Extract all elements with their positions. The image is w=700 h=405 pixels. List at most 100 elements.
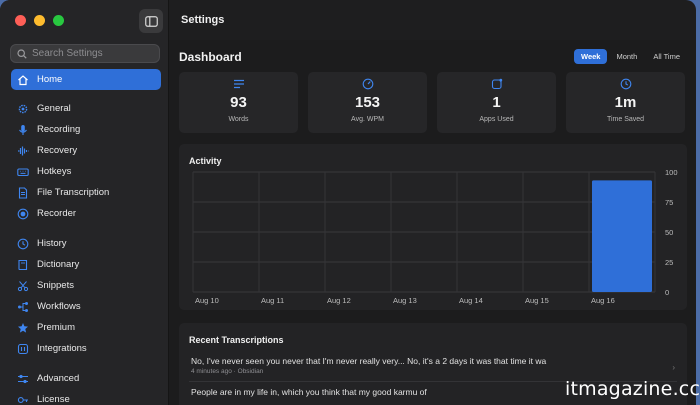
sidebar-toggle-icon — [144, 15, 158, 27]
sidebar-item-snippets[interactable]: Snippets — [11, 275, 161, 296]
window-controls — [15, 15, 64, 26]
y-tick-label: 75 — [665, 198, 673, 207]
plug-icon — [17, 343, 29, 355]
stat-label: Avg. WPM — [351, 116, 384, 123]
window-title: Settings — [181, 14, 225, 26]
sidebar-toggle-button[interactable] — [139, 9, 163, 33]
clock-check-icon — [620, 78, 631, 90]
range-week-button[interactable]: Week — [574, 49, 608, 64]
settings-window: Home General Recording Recovery Hotkeys — [0, 0, 696, 405]
transcription-text[interactable]: People are in my life in, which you thin… — [191, 387, 427, 397]
main-content: Dashboard Week Month All Time 93 Words 1… — [169, 40, 696, 405]
sidebar-item-label: Snippets — [37, 280, 74, 291]
y-tick-label: 100 — [665, 168, 678, 177]
recent-title: Recent Transcriptions — [189, 335, 284, 345]
book-icon — [17, 259, 29, 271]
sidebar-item-premium[interactable]: Premium — [11, 317, 161, 338]
sidebar-item-label: File Transcription — [37, 187, 110, 198]
sidebar-item-label: Advanced — [37, 373, 80, 384]
gear-icon — [17, 103, 29, 115]
sidebar-item-license[interactable]: License — [11, 389, 161, 405]
stat-value: 153 — [354, 94, 381, 111]
stat-card-time-saved: 1m Time Saved — [566, 72, 685, 133]
stat-card-wpm: 153 Avg. WPM — [308, 72, 427, 133]
house-icon — [17, 74, 29, 86]
sidebar-item-label: Dictionary — [37, 259, 80, 270]
stat-label: Words — [228, 116, 249, 123]
activity-panel: Activity 0 25 50 75 100 Aug 10 Aug 11 Aug 12 Aug… — [179, 144, 687, 310]
key-icon — [17, 394, 29, 405]
keyboard-icon — [17, 166, 29, 178]
workflow-icon — [17, 301, 29, 313]
stat-value: 93 — [230, 94, 247, 111]
sidebar-item-label: Recovery — [37, 145, 78, 156]
microphone-icon — [17, 124, 29, 136]
sidebar-item-dictionary[interactable]: Dictionary — [11, 254, 161, 275]
transcription-text[interactable]: No, I've never seen you never that I'm n… — [191, 356, 546, 366]
chevron-right-icon[interactable]: › — [672, 363, 675, 372]
watermark: itmagazine.cc — [565, 378, 700, 400]
x-tick-label: Aug 16 — [591, 296, 615, 305]
y-tick-label: 25 — [665, 258, 673, 267]
stat-card-words: 93 Words — [179, 72, 298, 133]
sidebar-item-hotkeys[interactable]: Hotkeys — [11, 161, 161, 182]
minimize-window-button[interactable] — [34, 15, 45, 26]
sidebar-item-general[interactable]: General — [11, 98, 161, 119]
range-month-button[interactable]: Month — [609, 49, 644, 64]
y-tick-label: 50 — [665, 228, 673, 237]
sidebar-item-label: General — [37, 103, 71, 114]
sidebar-item-recording[interactable]: Recording — [11, 119, 161, 140]
sidebar-item-label: Premium — [37, 322, 76, 333]
stat-label: Time Saved — [606, 116, 645, 123]
sidebar-item-file-transcription[interactable]: File Transcription — [11, 182, 161, 203]
sidebar-item-label: History — [37, 238, 67, 249]
stat-value: 1 — [492, 94, 501, 111]
sidebar-item-integrations[interactable]: Integrations — [11, 338, 161, 359]
search-field[interactable] — [10, 44, 160, 63]
x-tick-label: Aug 10 — [195, 296, 219, 305]
range-all-time-button[interactable]: All Time — [646, 49, 687, 64]
search-input[interactable] — [32, 48, 152, 59]
activity-chart: 0 25 50 75 100 Aug 10 Aug 11 Aug 12 Aug 13 Aug 14… — [192, 168, 678, 305]
close-window-button[interactable] — [15, 15, 26, 26]
sliders-icon — [17, 373, 29, 385]
scissors-icon — [17, 280, 29, 292]
star-icon — [17, 322, 29, 334]
y-tick-label: 0 — [665, 288, 669, 297]
sidebar-item-label: Hotkeys — [37, 166, 72, 177]
transcription-time: 4 minutes ago — [191, 368, 232, 375]
sidebar-item-label: Workflows — [37, 301, 81, 312]
speedometer-icon — [362, 78, 373, 90]
sidebar-item-label: Integrations — [37, 343, 87, 354]
waveform-icon — [17, 145, 29, 157]
activity-bar — [592, 180, 652, 292]
clock-icon — [17, 238, 29, 250]
stat-value: 1m — [614, 94, 637, 111]
sidebar-item-advanced[interactable]: Advanced — [11, 368, 161, 389]
stat-card-apps: 1 Apps Used — [437, 72, 556, 133]
document-icon — [17, 186, 29, 199]
app-icon — [491, 78, 502, 90]
lines-icon — [233, 79, 244, 89]
zoom-window-button[interactable] — [53, 15, 64, 26]
sidebar-item-label: Home — [37, 74, 63, 85]
x-tick-label: Aug 14 — [459, 296, 483, 305]
range-selector: Week Month All Time — [574, 49, 687, 64]
transcription-app: Obsidian — [237, 368, 264, 375]
record-icon — [17, 208, 29, 220]
sidebar-item-label: Recording — [37, 124, 81, 135]
sidebar-item-recovery[interactable]: Recovery — [11, 140, 161, 161]
transcription-meta: 4 minutes ago · Obsidian — [191, 368, 263, 375]
sidebar-item-home[interactable]: Home — [11, 69, 161, 90]
sidebar-item-workflows[interactable]: Workflows — [11, 296, 161, 317]
sidebar-item-label: Recorder — [37, 208, 77, 219]
stat-label: Apps Used — [479, 116, 514, 123]
page-title: Dashboard — [179, 50, 242, 64]
sidebar-item-history[interactable]: History — [11, 233, 161, 254]
x-tick-label: Aug 12 — [327, 296, 351, 305]
sidebar: Home General Recording Recovery Hotkeys — [0, 0, 169, 405]
sidebar-item-recorder[interactable]: Recorder — [11, 203, 161, 224]
sidebar-item-label: License — [37, 394, 70, 405]
search-icon — [17, 48, 27, 59]
x-tick-label: Aug 13 — [393, 296, 417, 305]
